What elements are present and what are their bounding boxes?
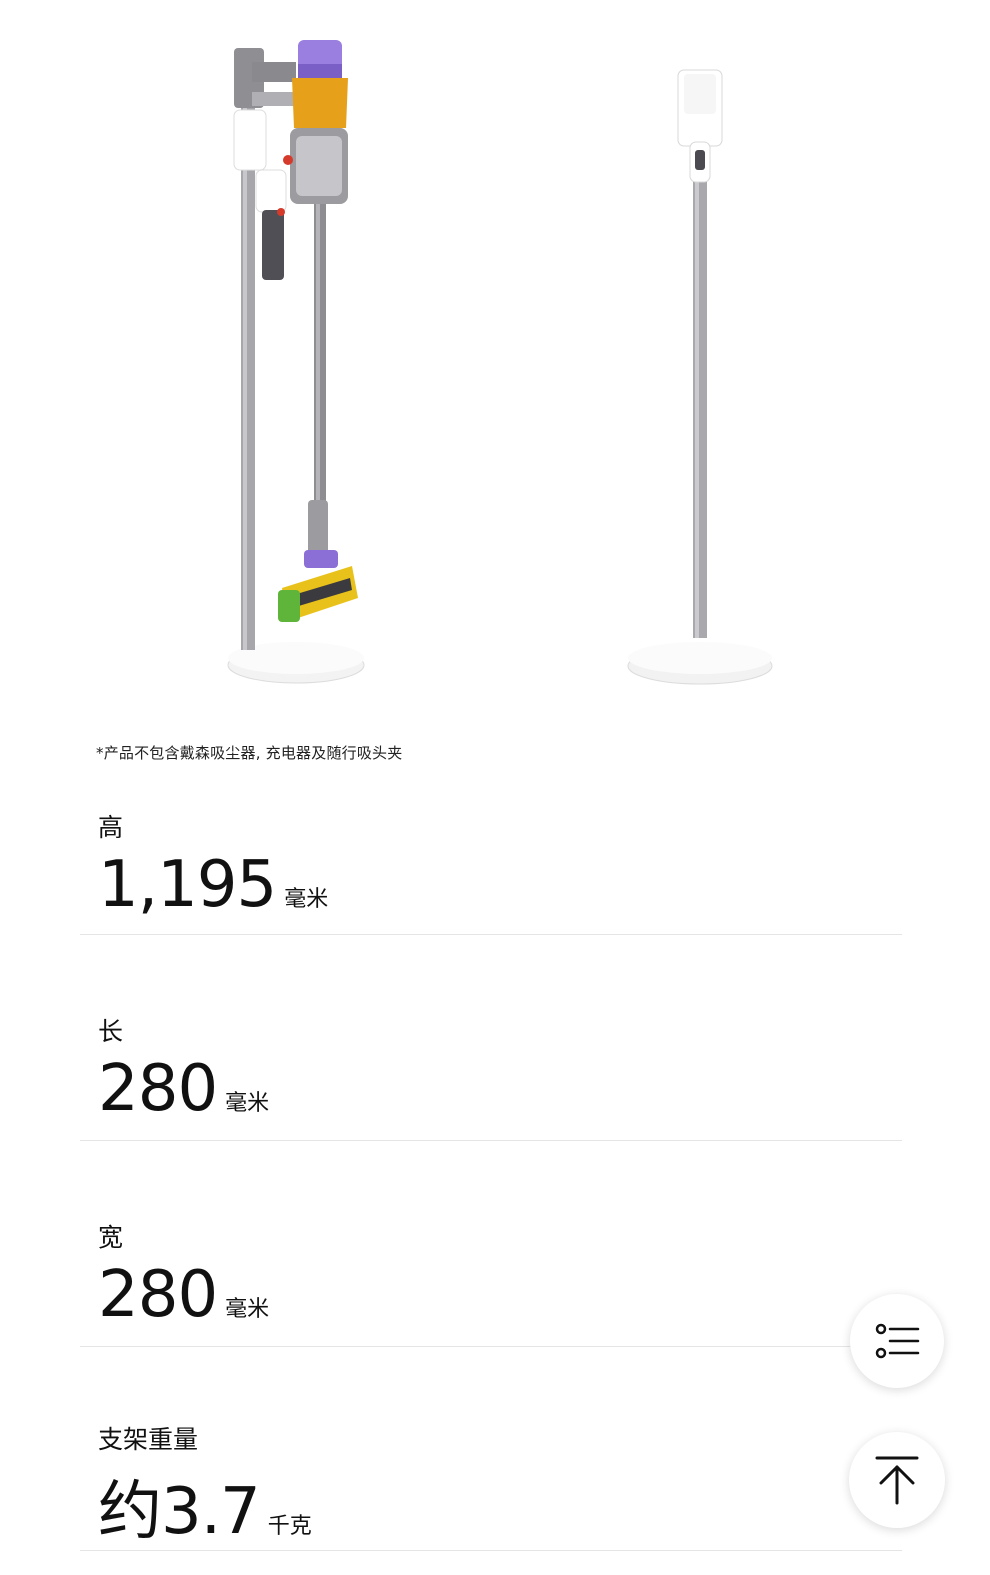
spec-label: 长 (98, 1017, 124, 1046)
list-icon (875, 1323, 920, 1359)
toc-button[interactable] (850, 1294, 944, 1388)
arrow-up-icon (875, 1456, 919, 1505)
stand-with-vacuum (227, 40, 365, 684)
spec-unit: 毫米 (284, 887, 329, 912)
stand-product-illustration (227, 40, 773, 685)
spec-weight: 支架重量 约3.7 千克 (80, 1414, 902, 1551)
product-image-area (0, 0, 990, 720)
spec-unit: 千克 (267, 1514, 312, 1539)
spec-value: 约3.7 千克 (98, 1460, 312, 1552)
spec-label: 宽 (98, 1223, 124, 1252)
spec-value: 1,195 毫米 (98, 848, 328, 922)
spec-unit: 毫米 (225, 1091, 270, 1116)
spec-label: 高 (98, 813, 124, 842)
empty-stand (627, 69, 773, 685)
spec-number: 约3.7 (98, 1475, 261, 1549)
spec-value: 280 毫米 (98, 1258, 269, 1332)
spec-label: 支架重量 (98, 1425, 199, 1454)
spec-number: 1,195 (98, 848, 277, 922)
back-to-top-button[interactable] (849, 1432, 945, 1528)
product-footnote: *产品不包含戴森吸尘器, 充电器及随行吸头夹 (96, 744, 403, 762)
spec-length: 长 280 毫米 (80, 1004, 902, 1141)
spec-number: 280 (98, 1258, 218, 1332)
spec-unit: 毫米 (225, 1297, 270, 1322)
spec-height: 高 1,195 毫米 (80, 800, 902, 935)
spec-width: 宽 280 毫米 (80, 1210, 902, 1347)
spec-number: 280 (98, 1052, 218, 1126)
spec-value: 280 毫米 (98, 1052, 269, 1126)
